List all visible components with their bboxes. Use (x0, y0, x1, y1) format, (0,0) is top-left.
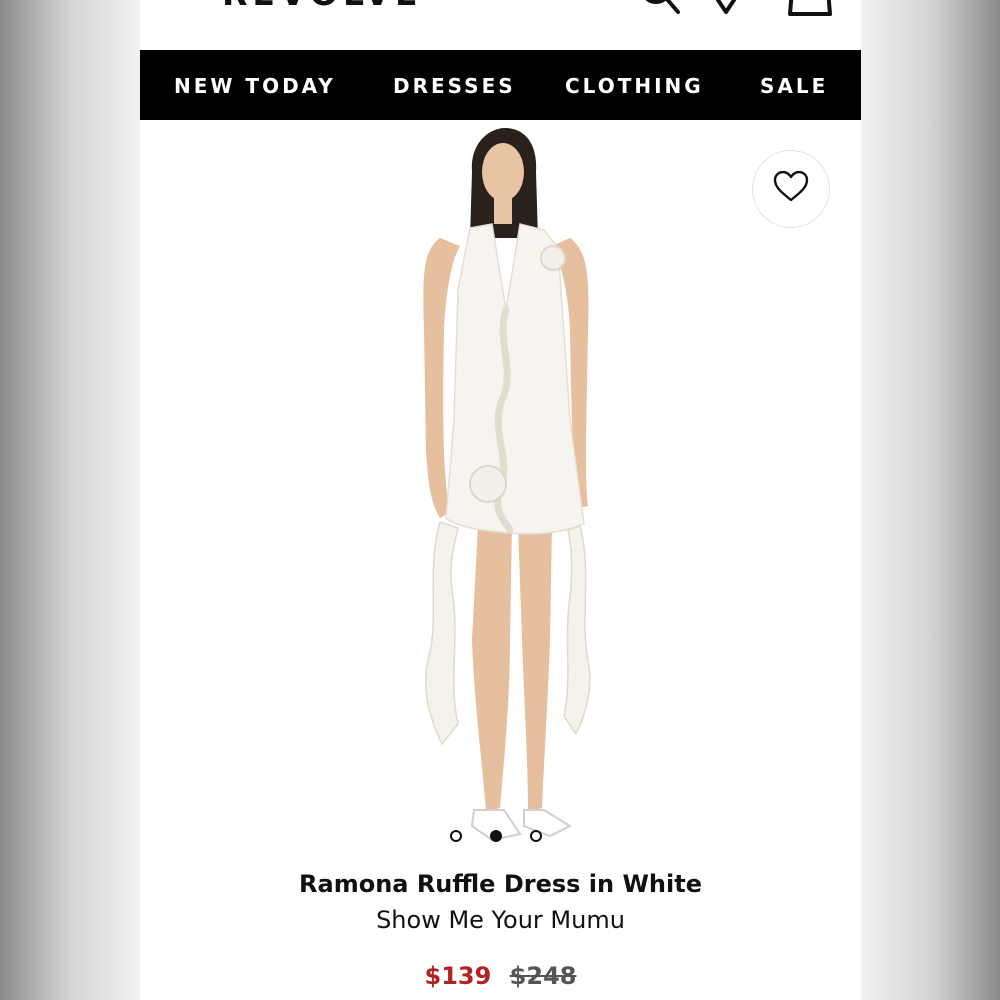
gallery-dot[interactable] (450, 830, 462, 842)
price-row: $139 $248 (140, 962, 861, 990)
heart-icon[interactable] (706, 0, 746, 22)
gallery-pagination (450, 828, 542, 844)
sale-price: $139 (424, 962, 492, 990)
nav-item-dresses[interactable]: DRESSES (393, 50, 516, 120)
product-image[interactable] (140, 120, 861, 860)
shopping-bag-icon[interactable] (786, 0, 834, 22)
menu-icon[interactable] (164, 0, 202, 6)
nav-item-sale[interactable]: SALE (760, 50, 828, 120)
brand-logo[interactable]: REVOLVE (222, 0, 423, 13)
category-nav: NEW TODAY DRESSES CLOTHING SALE (140, 50, 861, 120)
original-price: $248 (509, 962, 577, 990)
product-page: REVOLVE NEW TODAY DRESSES CLOTHING SALE (140, 0, 861, 1000)
nav-item-new-today[interactable]: NEW TODAY (174, 50, 336, 120)
product-photo (423, 128, 591, 842)
heart-outline-icon (773, 170, 809, 207)
nav-item-clothing[interactable]: CLOTHING (565, 50, 704, 120)
gallery-dot-active[interactable] (490, 830, 502, 842)
favorite-button[interactable] (752, 150, 830, 228)
search-icon[interactable] (638, 0, 684, 22)
gallery-dot[interactable] (530, 830, 542, 842)
product-brand[interactable]: Show Me Your Mumu (140, 906, 861, 934)
top-bar: REVOLVE (140, 0, 861, 50)
product-title: Ramona Ruffle Dress in White (299, 870, 702, 898)
